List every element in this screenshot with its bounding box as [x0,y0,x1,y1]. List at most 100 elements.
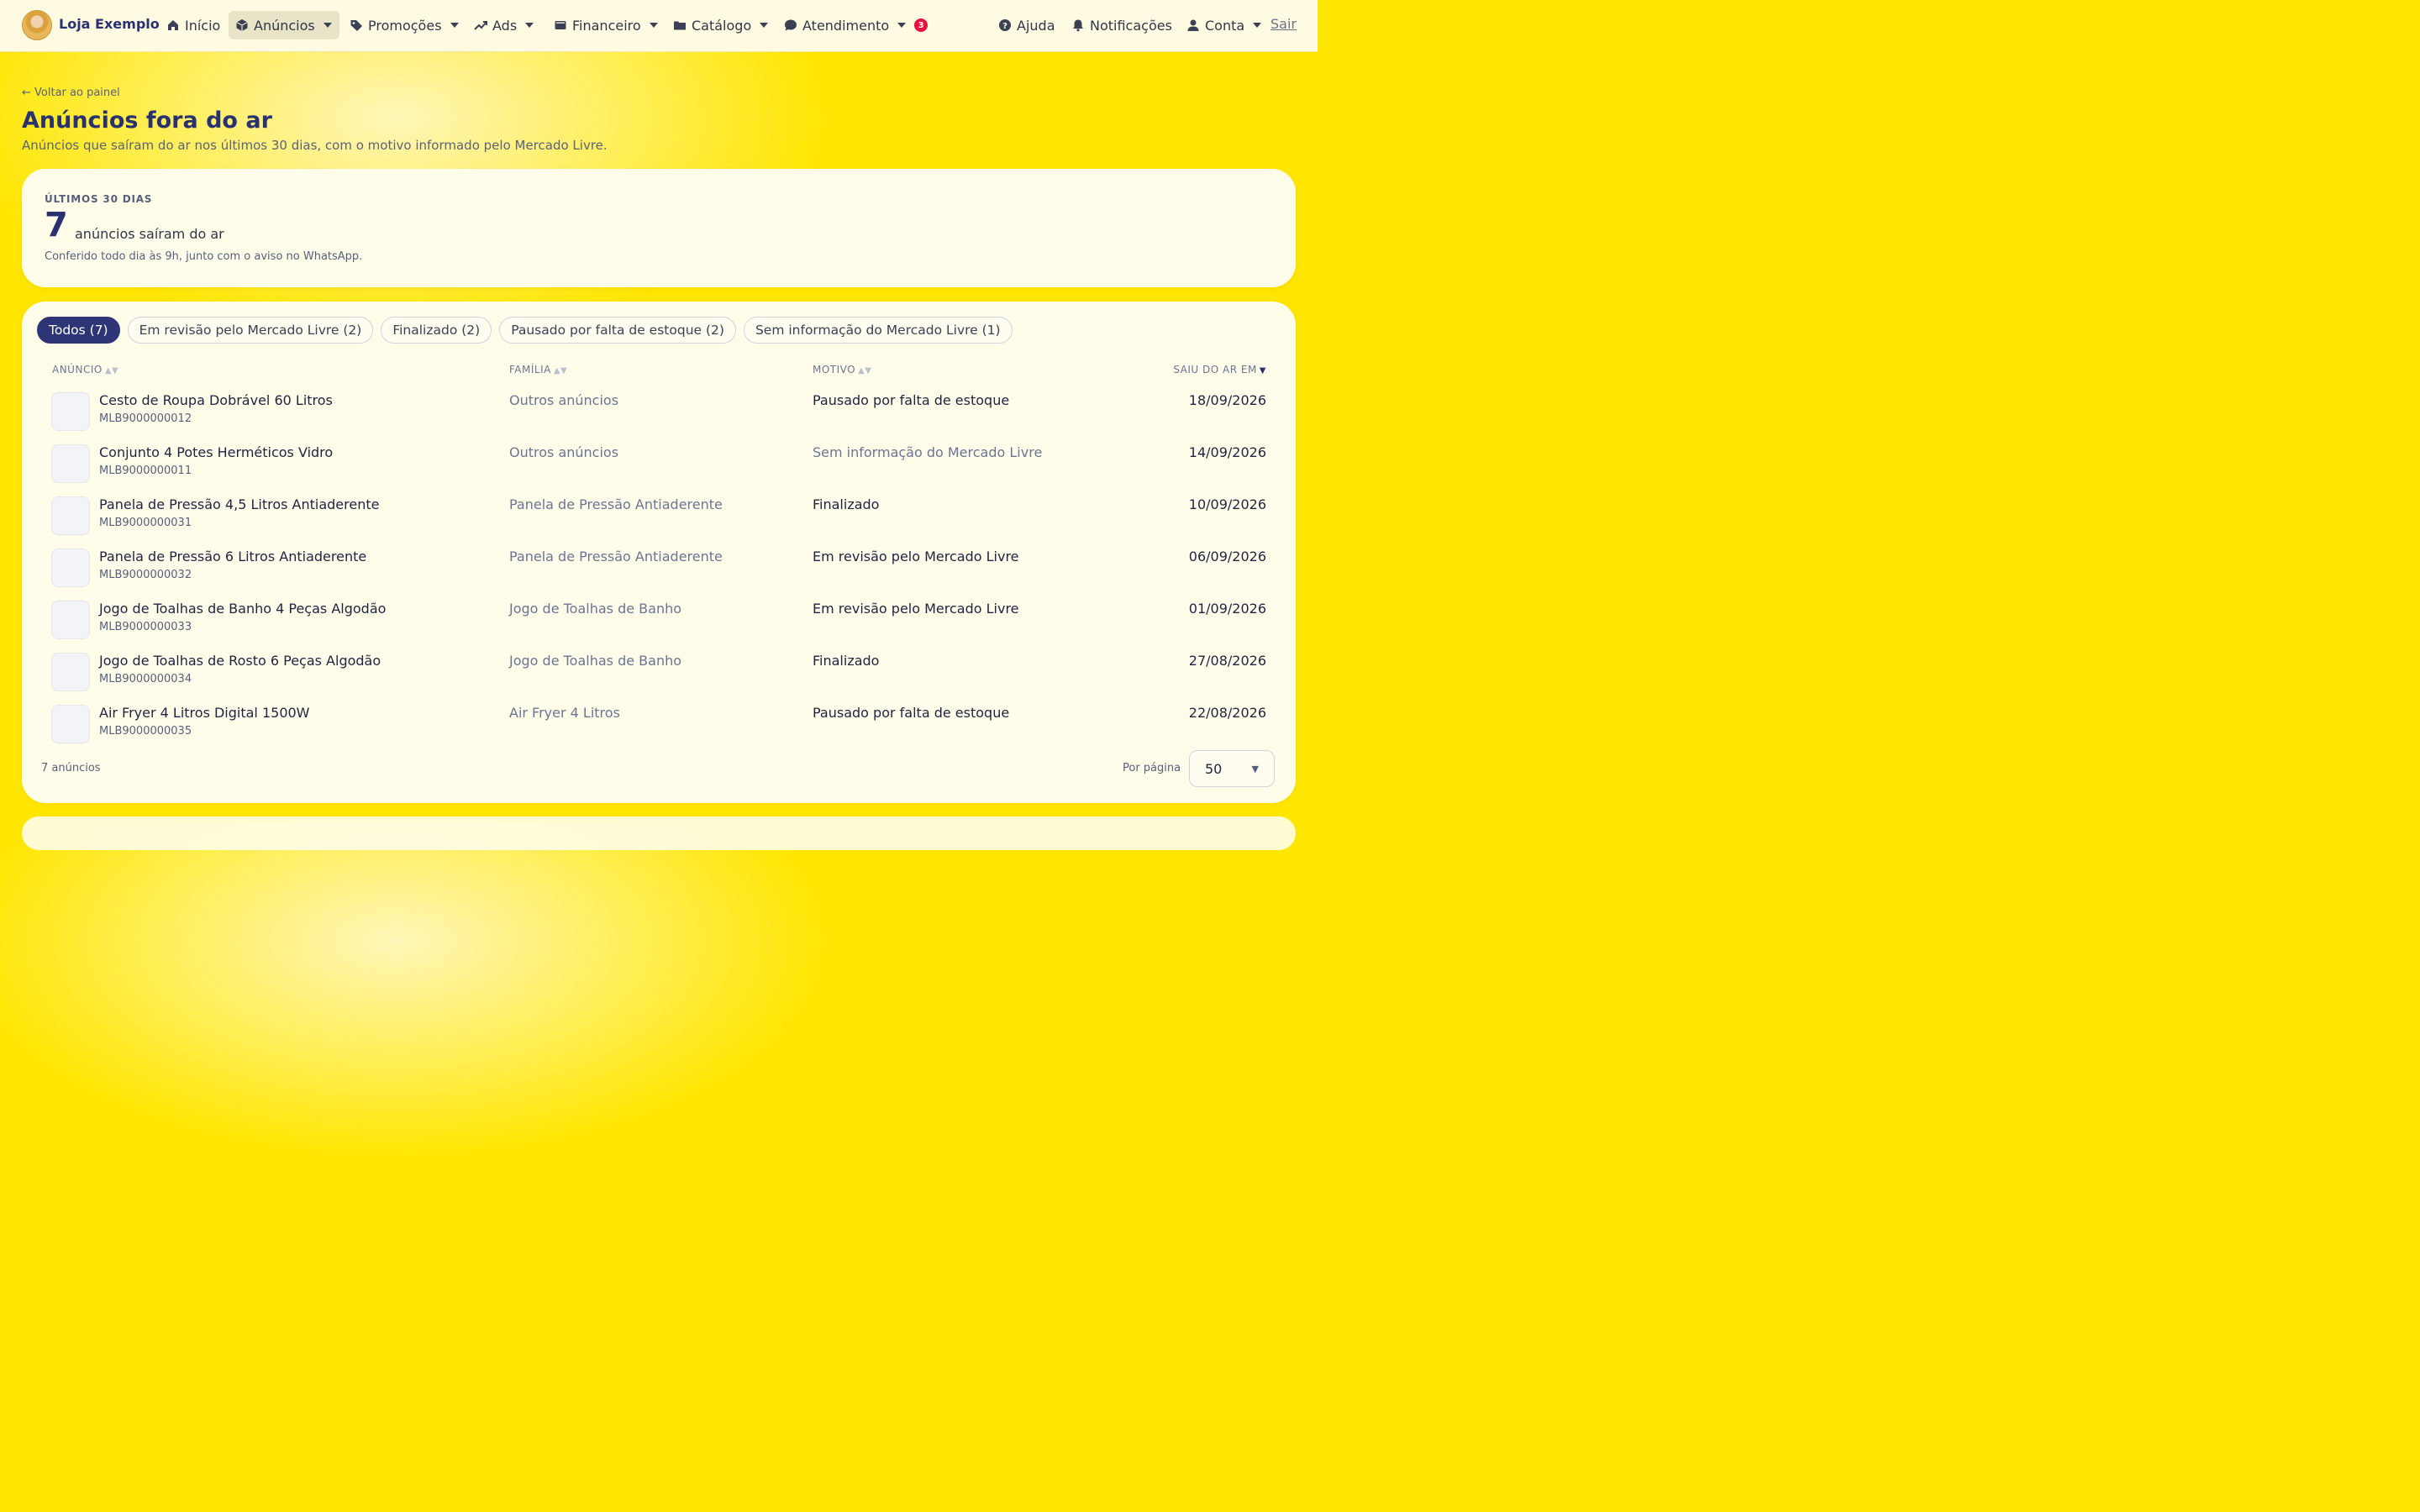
listing-title[interactable]: Panela de Pressão 4,5 Litros Antiaderent… [99,496,379,512]
column-header-motivo-label: MOTIVO [813,364,856,375]
nav-promocoes[interactable]: Promoções [343,11,466,39]
nav-conta-label: Conta [1205,17,1245,34]
chevron-down-icon [525,23,534,28]
listing-title[interactable]: Jogo de Toalhas de Banho 4 Peças Algodão [99,601,386,617]
listing-date: 01/09/2026 [1188,601,1266,617]
table-row[interactable]: Jogo de Toalhas de Rosto 6 Peças Algodão… [51,653,1266,695]
listing-reason: Finalizado [813,496,880,512]
nav-financeiro[interactable]: Financeiro [547,11,665,39]
store-name[interactable]: Loja Exemplo [59,16,160,32]
column-header-motivo[interactable]: MOTIVO ▲▼ [813,364,872,375]
filter-sem-informacao[interactable]: Sem informação do Mercado Livre (1) [743,317,1013,344]
summary-note: Conferido todo dia às 9h, junto com o av… [45,250,363,263]
listing-date: 18/09/2026 [1188,392,1266,408]
folder-icon [674,21,686,30]
nav-notificacoes-label: Notificações [1090,17,1172,34]
nav-ajuda[interactable]: ? Ajuda [992,11,1062,39]
listing-title[interactable]: Jogo de Toalhas de Rosto 6 Peças Algodão [99,653,381,669]
top-navigation-bar: Loja Exemplo Início Anúncios Promoções A… [0,0,1318,52]
nav-atendimento-label: Atendimento [802,17,890,34]
listing-date: 14/09/2026 [1188,444,1266,460]
listing-title[interactable]: Conjunto 4 Potes Herméticos Vidro [99,444,333,460]
nav-inicio-label: Início [185,17,221,34]
box-icon [236,19,248,31]
column-header-saiu-do-ar-label: SAIU DO AR EM [1173,364,1257,375]
listing-date: 22/08/2026 [1188,705,1266,721]
summary-card: ÚLTIMOS 30 DIAS 7 anúncios saíram do ar … [22,169,1296,287]
nav-anuncios-label: Anúncios [254,17,315,34]
listing-date: 10/09/2026 [1188,496,1266,512]
filter-finalizado[interactable]: Finalizado (2) [381,317,492,344]
listing-thumbnail [51,549,90,587]
column-header-anuncio-label: ANÚNCIO [52,364,103,375]
listing-id: MLB9000000033 [99,621,192,633]
column-header-anuncio[interactable]: ANÚNCIO ▲▼ [52,364,118,375]
back-to-dashboard-link[interactable]: ← Voltar ao painel [22,87,120,99]
nav-catalogo[interactable]: Catálogo [666,11,775,39]
sort-icon: ▲▼ [553,366,568,375]
listing-reason: Em revisão pelo Mercado Livre [813,601,1019,617]
tag-icon [350,20,362,31]
column-header-saiu-do-ar[interactable]: SAIU DO AR EM ▼ [1173,364,1266,375]
listing-title[interactable]: Cesto de Roupa Dobrável 60 Litros [99,392,333,408]
listings-card: Todos (7) Em revisão pelo Mercado Livre … [22,302,1296,803]
listing-title[interactable]: Panela de Pressão 6 Litros Antiaderente [99,549,366,564]
nav-conta[interactable]: Conta [1180,11,1268,39]
help-icon: ? [999,19,1011,31]
nav-anuncios[interactable]: Anúncios [229,11,339,39]
filter-em-revisao[interactable]: Em revisão pelo Mercado Livre (2) [127,317,374,344]
per-page-value: 50 [1205,760,1223,777]
listing-id: MLB9000000032 [99,569,192,581]
table-row[interactable]: Panela de Pressão 4,5 Litros Antiaderent… [51,496,1266,538]
listing-title[interactable]: Air Fryer 4 Litros Digital 1500W [99,705,310,721]
filter-pausado[interactable]: Pausado por falta de estoque (2) [499,317,736,344]
listing-family: Panela de Pressão Antiaderente [509,496,723,512]
filter-todos[interactable]: Todos (7) [37,317,120,344]
per-page-select[interactable]: 50 ▼ [1189,750,1275,787]
listing-family: Outros anúncios [509,444,619,460]
listing-thumbnail [51,392,90,431]
chevron-down-icon [450,23,459,28]
nav-ajuda-label: Ajuda [1017,17,1055,34]
listing-family: Outros anúncios [509,392,619,408]
table-row[interactable]: Panela de Pressão 6 Litros Antiaderente … [51,549,1266,591]
nav-ads-label: Ads [492,17,518,34]
nav-notificacoes[interactable]: Notificações [1065,11,1179,39]
nav-financeiro-label: Financeiro [572,17,641,34]
chat-icon [785,19,797,31]
listing-family: Jogo de Toalhas de Banho [509,653,682,669]
listing-id: MLB9000000031 [99,517,192,529]
listing-thumbnail [51,705,90,743]
per-page-label: Por página [1123,762,1181,774]
listing-thumbnail [51,653,90,691]
filter-tabs: Todos (7) Em revisão pelo Mercado Livre … [37,317,1013,344]
nav-atendimento[interactable]: Atendimento 3 [777,11,934,39]
listing-family: Panela de Pressão Antiaderente [509,549,723,564]
table-row[interactable]: Air Fryer 4 Litros Digital 1500W MLB9000… [51,705,1266,747]
nav-inicio[interactable]: Início [160,11,227,39]
nav-promocoes-label: Promoções [368,17,442,34]
table-row[interactable]: Cesto de Roupa Dobrável 60 Litros MLB900… [51,392,1266,434]
chevron-down-icon [760,23,769,28]
listing-id: MLB9000000011 [99,465,192,477]
listing-thumbnail [51,601,90,639]
listing-date: 06/09/2026 [1188,549,1266,564]
listing-family: Air Fryer 4 Litros [509,705,620,721]
nav-ads[interactable]: Ads [467,11,540,39]
column-header-familia-label: FAMÍLIA [509,364,551,375]
page-subtitle: Anúncios que saíram do ar nos últimos 30… [22,138,608,153]
svg-text:?: ? [1002,22,1007,31]
column-header-familia[interactable]: FAMÍLIA ▲▼ [509,364,567,375]
summary-period: ÚLTIMOS 30 DIAS [45,193,153,205]
table-row[interactable]: Jogo de Toalhas de Banho 4 Peças Algodão… [51,601,1266,643]
store-avatar[interactable] [22,10,52,40]
notification-badge: 3 [914,18,929,32]
listing-thumbnail [51,444,90,483]
listing-reason: Em revisão pelo Mercado Livre [813,549,1019,564]
logout-link[interactable]: Sair [1270,16,1297,32]
user-icon [1187,19,1199,31]
listing-reason: Pausado por falta de estoque [813,392,1010,408]
listing-family: Jogo de Toalhas de Banho [509,601,682,617]
sort-icon: ▲▼ [104,366,119,375]
table-row[interactable]: Conjunto 4 Potes Herméticos Vidro MLB900… [51,444,1266,486]
